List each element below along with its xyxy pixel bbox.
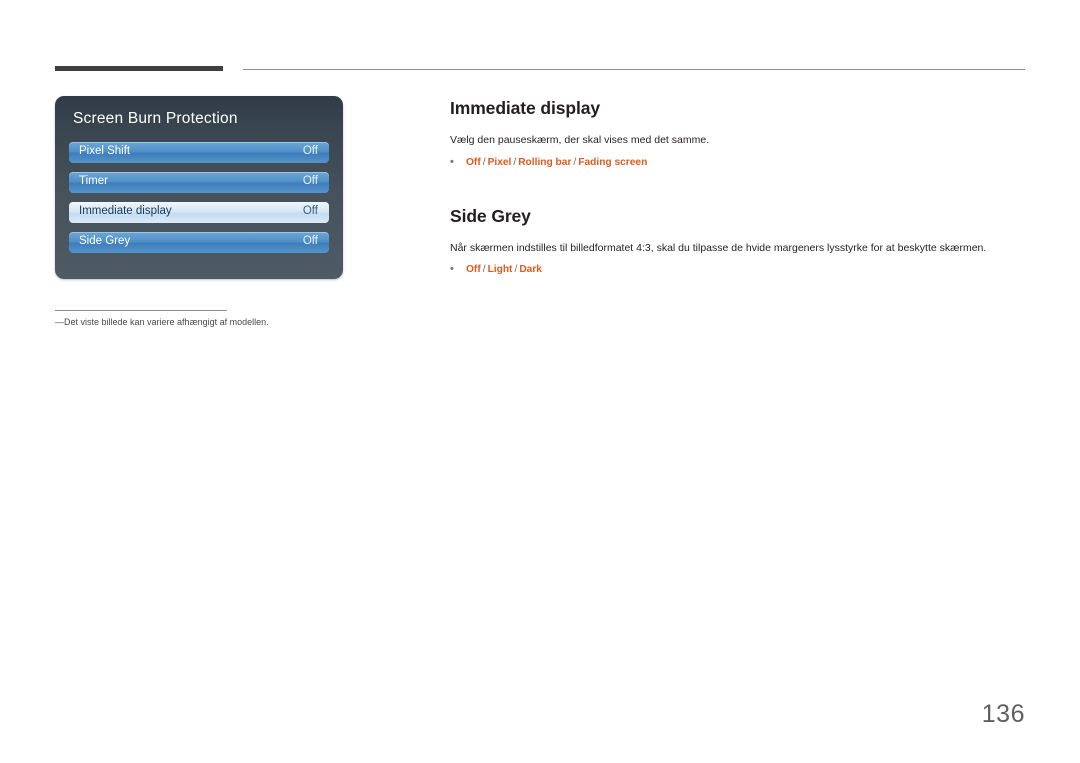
- osd-row-label: Timer: [79, 175, 108, 187]
- main-content: Immediate display Vælg den pauseskærm, d…: [450, 98, 1025, 275]
- option-value: Light: [487, 264, 513, 276]
- option-separator: /: [482, 156, 486, 168]
- option-value: Rolling bar: [518, 156, 572, 168]
- osd-row-pixel-shift[interactable]: Pixel Shift Off: [69, 142, 329, 163]
- osd-row-value: Off: [302, 175, 318, 187]
- footnote-text: Det viste billede kan variere afhængigt …: [64, 317, 269, 327]
- osd-row-side-grey[interactable]: Side Grey Off: [69, 232, 329, 253]
- header-rule-thin: [243, 69, 1025, 70]
- option-value: Off: [466, 156, 481, 168]
- section-description-immediate-display: Vælg den pauseskærm, der skal vises med …: [450, 134, 710, 146]
- osd-row-value: Off: [302, 145, 318, 157]
- footnote-rule: [55, 310, 227, 311]
- footnote-dash: ―: [55, 317, 64, 327]
- option-value: Fading screen: [578, 156, 648, 168]
- osd-panel: Screen Burn Protection Pixel Shift Off T…: [55, 96, 343, 279]
- section-description-side-grey: Når skærmen indstilles til billedformate…: [450, 241, 987, 254]
- osd-row-label: Immediate display: [79, 205, 172, 217]
- header-rule-thick: [55, 66, 223, 71]
- option-value: Pixel: [487, 156, 512, 168]
- osd-row-immediate-display[interactable]: Immediate display Off: [69, 202, 329, 223]
- section-options-immediate-display: • Off / Pixel / Rolling bar / Fading screen: [450, 156, 1025, 168]
- option-value: Off: [466, 264, 481, 276]
- section-heading-side-grey: Side Grey: [450, 205, 531, 226]
- bullet-icon: •: [450, 263, 454, 276]
- bullet-icon: •: [450, 155, 454, 168]
- osd-row-label: Side Grey: [79, 235, 131, 247]
- page-number: 136: [981, 700, 1025, 728]
- option-separator: /: [482, 264, 486, 276]
- option-value: Dark: [519, 264, 542, 276]
- osd-row-label: Pixel Shift: [79, 145, 131, 157]
- section-options-side-grey: • Off / Light / Dark: [450, 263, 1025, 275]
- osd-row-timer[interactable]: Timer Off: [69, 172, 329, 193]
- osd-row-value: Off: [302, 205, 318, 217]
- osd-title: Screen Burn Protection: [73, 110, 238, 127]
- osd-row-value: Off: [302, 235, 318, 247]
- footnote: ―Det viste billede kan variere afhængigt…: [55, 317, 269, 327]
- osd-menu-list: Pixel Shift Off Timer Off Immediate disp…: [69, 142, 329, 262]
- section-heading-immediate-display: Immediate display: [450, 98, 601, 118]
